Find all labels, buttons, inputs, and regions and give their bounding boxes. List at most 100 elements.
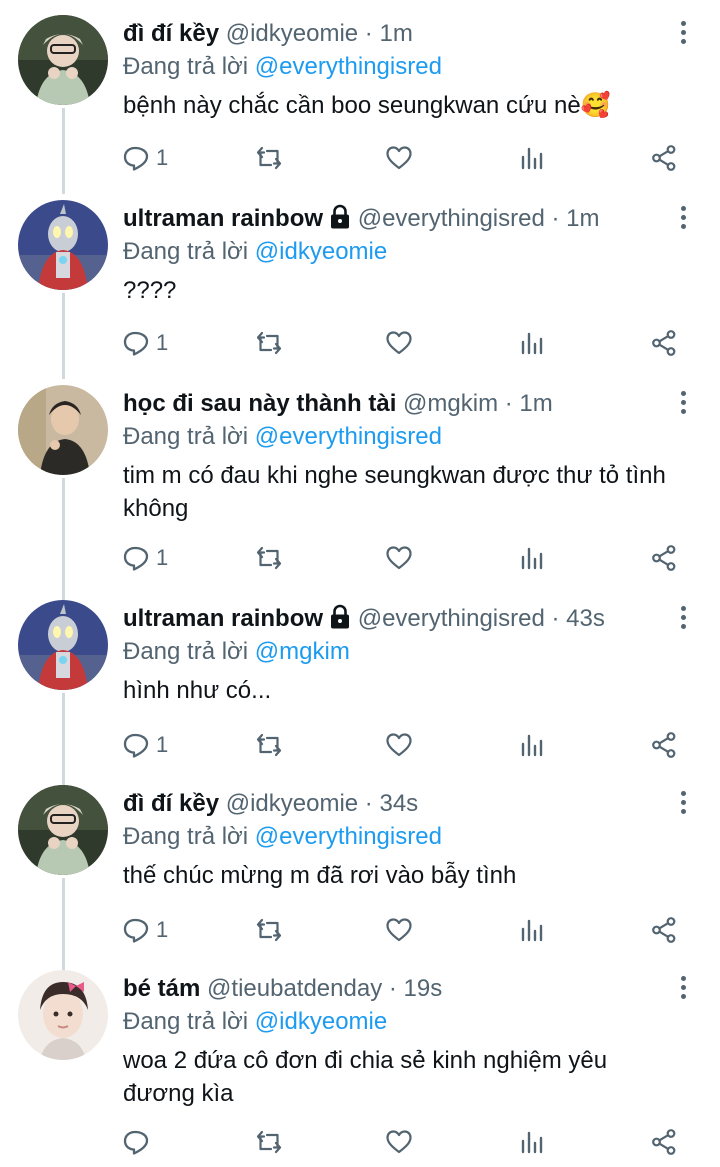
more-icon[interactable] — [670, 606, 696, 636]
share-icon — [650, 544, 678, 572]
tweet: học đi sau này thành tài @mgkim · 1m Đang… — [0, 385, 720, 578]
analytics-button[interactable] — [518, 910, 546, 950]
more-icon[interactable] — [670, 791, 696, 821]
reply-count: 1 — [156, 545, 169, 570]
avatar[interactable] — [18, 15, 108, 105]
share-icon — [650, 329, 678, 357]
share-button[interactable] — [650, 1122, 678, 1162]
avatar[interactable] — [18, 970, 108, 1060]
display-name[interactable]: ultraman rainbow — [123, 205, 323, 232]
tweet-header: đì đí kềy @idkyeomie · 34s — [123, 787, 418, 821]
display-name[interactable]: bé tám — [123, 975, 200, 1002]
display-name[interactable]: ultraman rainbow — [123, 605, 323, 632]
retweet-button[interactable] — [255, 538, 283, 578]
display-name[interactable]: đì đí kềy — [123, 20, 219, 47]
retweet-button[interactable] — [255, 138, 283, 178]
tweet-text: hình như có... — [123, 677, 272, 704]
analytics-button[interactable] — [518, 138, 546, 178]
share-button[interactable] — [650, 538, 678, 578]
retweet-icon — [255, 731, 283, 759]
replying-label: Đang trả lời — [123, 638, 255, 665]
retweet-button[interactable] — [255, 323, 283, 363]
mention-link[interactable]: @idkyeomie — [255, 1008, 387, 1035]
avatar-image — [18, 600, 108, 690]
more-icon[interactable] — [670, 206, 696, 236]
analytics-button[interactable] — [518, 538, 546, 578]
avatar[interactable] — [18, 385, 108, 475]
tweet-header: bé tám @tieubatdenday · 19s — [123, 972, 442, 1006]
more-icon[interactable] — [670, 391, 696, 421]
timestamp[interactable]: 1m — [379, 20, 412, 47]
like-icon — [385, 731, 413, 759]
mention-link[interactable]: @idkyeomie — [255, 238, 387, 265]
avatar[interactable] — [18, 600, 108, 690]
display-name[interactable]: học đi sau này thành tài — [123, 390, 396, 417]
display-name[interactable]: đì đí kềy — [123, 790, 219, 817]
share-button[interactable] — [650, 138, 678, 178]
share-button[interactable] — [650, 725, 678, 765]
reply-button[interactable]: 1 — [122, 138, 168, 178]
analytics-button[interactable] — [518, 1122, 546, 1162]
more-icon[interactable] — [670, 976, 696, 1006]
like-button[interactable] — [385, 538, 413, 578]
reply-button[interactable]: 1 — [122, 910, 168, 950]
timestamp[interactable]: 43s — [566, 605, 605, 632]
mention-link[interactable]: @everythingisred — [255, 423, 442, 450]
tweet: ultraman rainbow @everythingisred · 43s Đ… — [0, 600, 720, 765]
reply-icon — [122, 544, 150, 572]
reply-count: 1 — [156, 917, 169, 942]
avatar[interactable] — [18, 200, 108, 290]
replying-label: Đang trả lời — [123, 53, 255, 80]
timestamp[interactable]: 34s — [379, 790, 418, 817]
reply-button[interactable]: 1 — [122, 538, 168, 578]
analytics-icon — [518, 329, 546, 357]
retweet-icon — [255, 544, 283, 572]
tweet: đì đí kềy @idkyeomie · 1m Đang trả lời @e… — [0, 15, 720, 178]
retweet-button[interactable] — [255, 910, 283, 950]
reply-button[interactable] — [122, 1122, 150, 1162]
reply-icon — [122, 731, 150, 759]
like-icon — [385, 544, 413, 572]
timestamp[interactable]: 1m — [519, 390, 552, 417]
tweet-header: ultraman rainbow @everythingisred · 1m — [123, 202, 600, 236]
retweet-icon — [255, 1128, 283, 1156]
more-icon[interactable] — [670, 21, 696, 51]
user-handle[interactable]: @idkyeomie — [226, 20, 358, 47]
reply-button[interactable]: 1 — [122, 323, 168, 363]
avatar[interactable] — [18, 785, 108, 875]
reply-button[interactable]: 1 — [122, 725, 168, 765]
retweet-button[interactable] — [255, 1122, 283, 1162]
user-handle[interactable]: @tieubatdenday — [207, 975, 382, 1002]
tweet-header: học đi sau này thành tài @mgkim · 1m — [123, 387, 553, 421]
tweet-actions — [0, 1122, 720, 1162]
tweet-text: ???? — [123, 277, 177, 304]
analytics-button[interactable] — [518, 323, 546, 363]
avatar-image — [18, 970, 108, 1060]
reply-icon — [122, 916, 150, 944]
share-button[interactable] — [650, 323, 678, 363]
mention-link[interactable]: @everythingisred — [255, 53, 442, 80]
like-button[interactable] — [385, 323, 413, 363]
like-button[interactable] — [385, 910, 413, 950]
timestamp[interactable]: 19s — [404, 975, 443, 1002]
analytics-button[interactable] — [518, 725, 546, 765]
user-handle[interactable]: @everythingisred — [358, 605, 545, 632]
tweet-text: thế chúc mừng m đã rơi vào bẫy tình — [123, 862, 517, 889]
user-handle[interactable]: @idkyeomie — [226, 790, 358, 817]
like-button[interactable] — [385, 725, 413, 765]
retweet-button[interactable] — [255, 725, 283, 765]
analytics-icon — [518, 731, 546, 759]
mention-link[interactable]: @mgkim — [255, 638, 350, 665]
like-button[interactable] — [385, 138, 413, 178]
replying-to: Đang trả lời @idkyeomie — [123, 1006, 387, 1038]
share-button[interactable] — [650, 910, 678, 950]
like-icon — [385, 144, 413, 172]
mention-link[interactable]: @everythingisred — [255, 823, 442, 850]
timestamp[interactable]: 1m — [566, 205, 599, 232]
tweet-text: bệnh này chắc cần boo seungkwan cứu nè🥰 — [123, 92, 611, 119]
replying-to: Đang trả lời @everythingisred — [123, 421, 442, 453]
user-handle[interactable]: @mgkim — [403, 390, 498, 417]
like-button[interactable] — [385, 1122, 413, 1162]
user-handle[interactable]: @everythingisred — [358, 205, 545, 232]
analytics-icon — [518, 144, 546, 172]
